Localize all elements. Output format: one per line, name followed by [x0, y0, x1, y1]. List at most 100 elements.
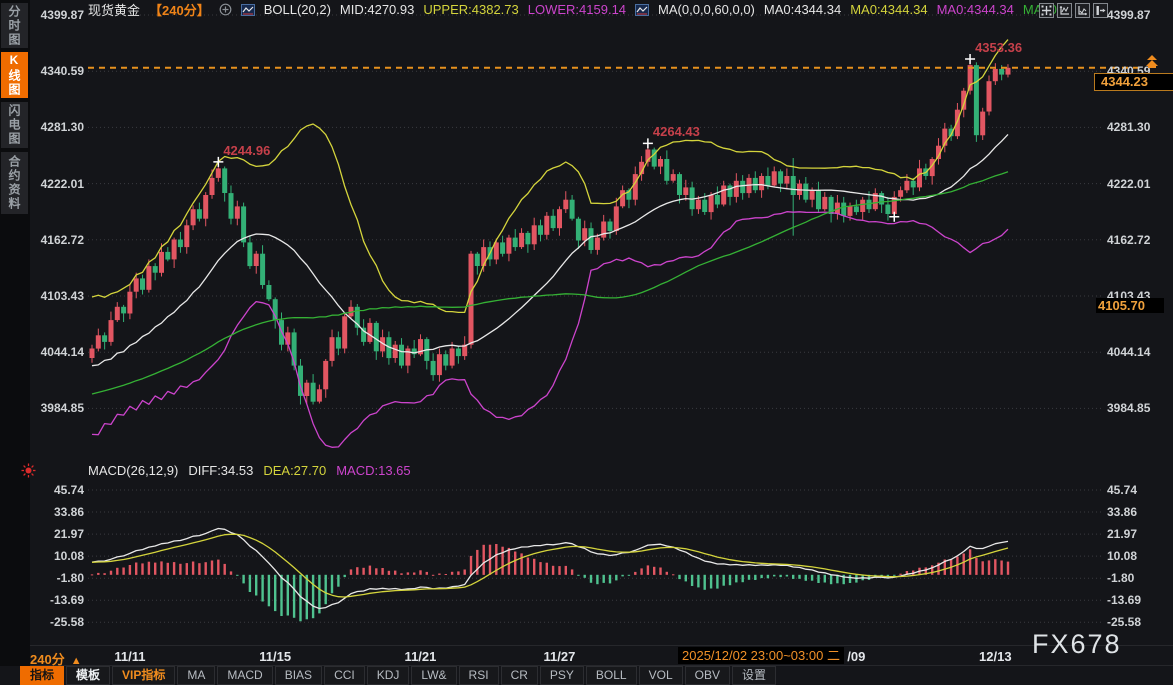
candle-body — [178, 240, 183, 248]
macd-histogram-bar — [337, 575, 339, 587]
candle-body — [544, 216, 549, 235]
x-axis-label: 12/13 — [979, 649, 1012, 664]
chart-tool-icons — [1039, 3, 1108, 18]
macd-tick-right: 45.74 — [1107, 483, 1169, 497]
candle-body — [734, 181, 739, 197]
candle-body — [772, 171, 777, 185]
macd-histogram-bar — [129, 565, 131, 575]
candle-body — [803, 184, 808, 200]
candle-body — [184, 225, 189, 247]
toolbar-button-MA[interactable]: MA — [177, 666, 215, 685]
macd-histogram-bar — [141, 563, 143, 574]
x-axis-label: 11/15 — [259, 649, 291, 664]
macd-histogram-bar — [350, 569, 352, 575]
y-axis-scale-icon[interactable] — [1057, 3, 1072, 18]
toolbar-button-BOLL[interactable]: BOLL — [586, 666, 637, 685]
macd-tick-left: 45.74 — [24, 483, 84, 497]
macd-alert-icon[interactable] — [21, 463, 36, 478]
macd-histogram-bar — [306, 575, 308, 620]
candle-body — [367, 323, 372, 342]
macd-histogram-bar — [546, 563, 548, 575]
candle-body — [911, 181, 916, 188]
candle-body — [506, 238, 511, 254]
toolbar-button-MACD[interactable]: MACD — [217, 666, 272, 685]
candle-body — [538, 225, 543, 235]
y-axis-tick-left: 4399.87 — [24, 8, 84, 22]
macd-histogram-bar — [135, 563, 137, 575]
candle-body — [608, 222, 613, 232]
move-icon[interactable] — [1039, 3, 1054, 18]
y-axis-tick-right: 4222.01 — [1107, 177, 1169, 191]
macd-tick-right: 33.86 — [1107, 505, 1169, 519]
candle-body — [475, 254, 480, 266]
candle-body — [696, 200, 701, 210]
macd-histogram-bar — [577, 575, 579, 576]
toolbar-button-RSI[interactable]: RSI — [459, 666, 499, 685]
candle-body — [260, 254, 265, 285]
candle-body — [330, 337, 335, 361]
toolbar-button-KDJ[interactable]: KDJ — [367, 666, 410, 685]
header-indicator-text: MA0:4344.34 — [764, 2, 841, 17]
right-axis-highlight-label: 4105.70 — [1096, 298, 1164, 313]
macd-histogram-bar — [236, 575, 238, 576]
candle-body — [235, 206, 240, 218]
chart-plot-area[interactable] — [0, 0, 1173, 685]
candle-body — [115, 307, 120, 320]
toolbar-button-LW&[interactable]: LW& — [411, 666, 456, 685]
macd-histogram-bar — [470, 556, 472, 575]
macd-tick-left: -1.80 — [24, 571, 84, 585]
candle-body — [614, 206, 619, 231]
y-axis-tick-right: 4399.87 — [1107, 8, 1169, 22]
candle-body — [311, 383, 316, 402]
toolbar-button-CR[interactable]: CR — [501, 666, 538, 685]
macd-histogram-bar — [394, 571, 396, 575]
candle-body — [778, 171, 783, 183]
candle-body — [127, 292, 132, 314]
macd-histogram-bar — [1000, 561, 1002, 575]
toolbar-button-PSY[interactable]: PSY — [540, 666, 584, 685]
candle-body — [191, 209, 196, 225]
toolbar-button-OBV[interactable]: OBV — [685, 666, 730, 685]
macd-histogram-bar — [697, 575, 699, 588]
candle-body — [1006, 68, 1011, 75]
plus-circle-icon[interactable] — [219, 3, 232, 16]
toolbar-button-VOL[interactable]: VOL — [639, 666, 683, 685]
candle-body — [153, 266, 158, 273]
indicator-header: 现货黄金【240分】BOLL(20,2)MID:4270.93UPPER:438… — [88, 2, 1068, 17]
toolbar-button-CCI[interactable]: CCI — [324, 666, 365, 685]
macd-histogram-bar — [186, 563, 188, 575]
candle-body — [791, 176, 796, 195]
macd-histogram-bar — [609, 575, 611, 584]
macd-tick-right: -25.58 — [1107, 615, 1169, 629]
candle-body — [999, 69, 1004, 75]
toolbar-button-设置[interactable]: 设置 — [732, 666, 776, 685]
macd-histogram-bar — [413, 573, 415, 575]
toolbar-button-BIAS[interactable]: BIAS — [275, 666, 322, 685]
indicator-icon — [635, 4, 649, 16]
candle-body — [134, 278, 139, 291]
macd-histogram-bar — [590, 575, 592, 583]
macd-histogram-bar — [274, 575, 276, 611]
macd-histogram-bar — [584, 575, 586, 578]
indicator-icon — [241, 4, 255, 16]
macd-histogram-bar — [729, 575, 731, 585]
toolbar-button-VIP指标[interactable]: VIP指标 — [112, 666, 175, 685]
macd-histogram-bar — [975, 558, 977, 575]
macd-histogram-bar — [798, 575, 800, 579]
macd-histogram-bar — [704, 575, 706, 590]
sidebar: 分时图K线图闪电图合约资料 — [0, 0, 30, 666]
toolbar-button-指标[interactable]: 指标 — [20, 666, 64, 685]
jump-to-latest-button[interactable] — [1143, 55, 1161, 69]
candle-body — [765, 176, 770, 186]
macd-histogram-bar — [445, 574, 447, 575]
candle-body — [885, 205, 890, 215]
macd-histogram-bar — [419, 570, 421, 575]
macd-tick-right: 21.97 — [1107, 527, 1169, 541]
period-text: 240分 — [30, 652, 65, 667]
toolbar-button-模板[interactable]: 模板 — [66, 666, 110, 685]
pan-right-icon[interactable] — [1093, 3, 1108, 18]
macd-histogram-bar — [773, 575, 775, 577]
macd-histogram-bar — [205, 562, 207, 575]
macd-histogram-bar — [527, 558, 529, 575]
x-axis-scale-icon[interactable] — [1075, 3, 1090, 18]
